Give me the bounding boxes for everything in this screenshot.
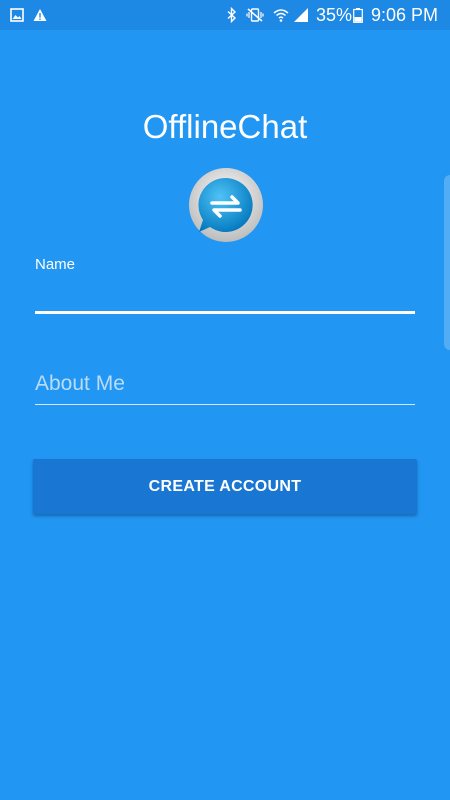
- vibrate-mute-icon: [246, 8, 264, 22]
- wifi-icon: [273, 9, 289, 22]
- app-title: OfflineChat: [142, 108, 308, 145]
- status-bar: 35% 9:06 PM: [0, 0, 450, 30]
- status-clock: 9:06 PM: [371, 5, 439, 25]
- bluetooth-icon: [227, 7, 237, 23]
- edge-panel-handle[interactable]: [444, 175, 450, 350]
- battery-percent: 35%: [316, 5, 353, 25]
- battery-icon: [353, 8, 363, 23]
- name-input[interactable]: [35, 278, 415, 314]
- signal-icon: [294, 8, 308, 22]
- warning-icon: [33, 9, 47, 21]
- chat-bubble-arrows-icon: [189, 168, 263, 242]
- create-account-button[interactable]: CREATE ACCOUNT: [33, 459, 417, 514]
- name-label: Name: [35, 256, 76, 273]
- about-me-input[interactable]: [35, 370, 415, 405]
- gallery-icon: [10, 8, 24, 22]
- create-account-screen: 35% 9:06 PM OfflineChat Name About Me CR…: [0, 0, 450, 800]
